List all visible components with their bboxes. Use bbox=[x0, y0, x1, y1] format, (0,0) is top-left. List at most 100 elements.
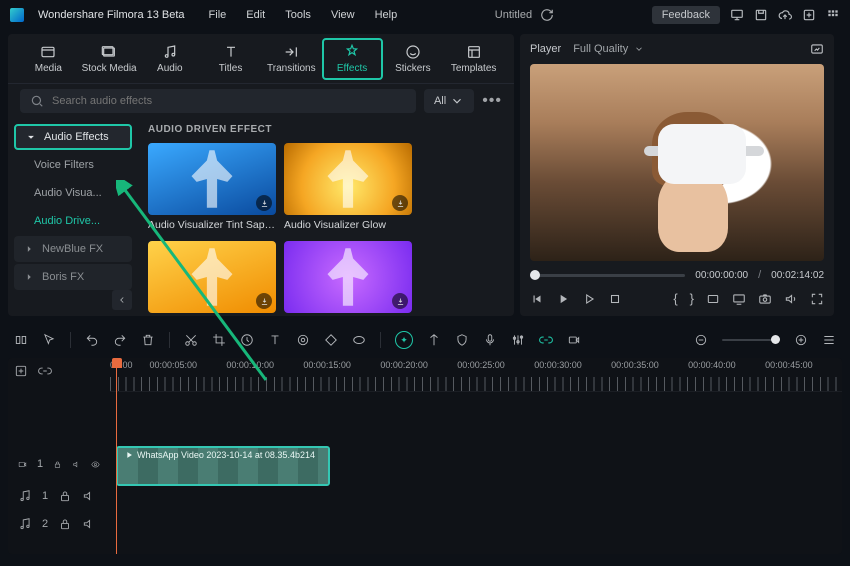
grid-icon[interactable] bbox=[826, 8, 840, 22]
time-ruler[interactable]: 00:00 00:00:05:0000:00:10:0000:00:15:00 … bbox=[110, 358, 842, 392]
menu-help[interactable]: Help bbox=[375, 9, 398, 21]
tracks-area[interactable]: 00:00 00:00:05:0000:00:10:0000:00:15:00 … bbox=[110, 358, 842, 554]
snapshot-icon[interactable] bbox=[810, 42, 824, 56]
play-outline-icon[interactable] bbox=[582, 292, 596, 306]
desktop-icon[interactable] bbox=[730, 8, 744, 22]
link-icon[interactable] bbox=[539, 333, 553, 347]
zoom-in-icon[interactable] bbox=[794, 333, 808, 347]
download-icon[interactable] bbox=[256, 293, 272, 309]
sidebar-group-boris[interactable]: Boris FX bbox=[14, 264, 132, 290]
prev-frame-icon[interactable] bbox=[530, 292, 544, 306]
cut-icon[interactable] bbox=[184, 333, 198, 347]
filter-all[interactable]: All bbox=[424, 89, 474, 113]
color-icon[interactable] bbox=[296, 333, 310, 347]
timeline: 1 1 2 00:00 00:00:05:0000:00:10:0000:00:… bbox=[8, 358, 842, 554]
sidebar-collapse-button[interactable] bbox=[112, 290, 132, 310]
eye-icon[interactable] bbox=[91, 457, 100, 471]
ai-icon[interactable]: ✦ bbox=[395, 331, 413, 349]
tab-templates[interactable]: Templates bbox=[443, 40, 504, 78]
sidebar-group-newblue[interactable]: NewBlue FX bbox=[14, 236, 132, 262]
effect-card-3[interactable] bbox=[148, 241, 276, 316]
more-dots-icon[interactable]: ••• bbox=[482, 92, 502, 110]
delete-icon[interactable] bbox=[141, 333, 155, 347]
zoom-knob[interactable] bbox=[771, 335, 780, 344]
mark-out-icon[interactable]: } bbox=[690, 291, 694, 306]
export-icon[interactable] bbox=[802, 8, 816, 22]
effect-card-4[interactable] bbox=[284, 241, 412, 316]
volume-icon[interactable] bbox=[784, 292, 798, 306]
mute-icon[interactable] bbox=[82, 517, 96, 531]
crop-icon[interactable] bbox=[212, 333, 226, 347]
tab-titles[interactable]: Titles bbox=[200, 40, 261, 78]
feedback-button[interactable]: Feedback bbox=[652, 6, 720, 24]
audio-track-icon bbox=[18, 517, 32, 531]
preview-quality[interactable]: Full Quality bbox=[573, 43, 644, 55]
preview-controls: { } bbox=[520, 285, 834, 316]
effect-card-sapphire[interactable]: Audio Visualizer Tint Sapphire bbox=[148, 143, 276, 231]
track-add-icon[interactable] bbox=[14, 364, 28, 378]
menu-view[interactable]: View bbox=[331, 9, 355, 21]
menu-edit[interactable]: Edit bbox=[246, 9, 265, 21]
download-icon[interactable] bbox=[392, 195, 408, 211]
mic-icon[interactable] bbox=[483, 333, 497, 347]
download-icon[interactable] bbox=[392, 293, 408, 309]
sidebar-item-audio-visualizer[interactable]: Audio Visua... bbox=[14, 180, 132, 206]
tab-effects[interactable]: Effects bbox=[322, 38, 383, 80]
fullscreen-icon[interactable] bbox=[810, 292, 824, 306]
zoom-slider[interactable] bbox=[722, 339, 780, 341]
preview-video[interactable] bbox=[530, 64, 824, 261]
tab-stickers[interactable]: Stickers bbox=[383, 40, 444, 78]
mute-icon[interactable] bbox=[72, 457, 81, 471]
sidebar-item-audio-driven[interactable]: Audio Drive... bbox=[14, 208, 132, 234]
mixer-icon[interactable] bbox=[511, 333, 525, 347]
play-icon[interactable] bbox=[556, 292, 570, 306]
lock-icon[interactable] bbox=[58, 517, 72, 531]
record-icon[interactable] bbox=[567, 333, 581, 347]
search-field[interactable] bbox=[20, 89, 416, 113]
tab-transitions[interactable]: Transitions bbox=[261, 40, 322, 78]
track-head-audio-1[interactable]: 1 bbox=[8, 482, 110, 510]
effect-label: Audio Visualizer Tint Sapphire bbox=[148, 219, 276, 231]
main-menu: File Edit Tools View Help bbox=[209, 9, 398, 21]
download-icon[interactable] bbox=[256, 195, 272, 211]
marker-icon[interactable] bbox=[427, 333, 441, 347]
menu-tools[interactable]: Tools bbox=[285, 9, 311, 21]
cloud-upload-icon[interactable] bbox=[778, 8, 792, 22]
cursor-icon[interactable] bbox=[42, 333, 56, 347]
track-head-audio-2[interactable]: 2 bbox=[8, 510, 110, 538]
display-icon[interactable] bbox=[732, 292, 746, 306]
undo-icon[interactable] bbox=[85, 333, 99, 347]
track-link-icon[interactable] bbox=[38, 364, 52, 378]
stop-icon[interactable] bbox=[608, 292, 622, 306]
mute-icon[interactable] bbox=[82, 489, 96, 503]
tab-media[interactable]: Media bbox=[18, 40, 79, 78]
mask-icon[interactable] bbox=[352, 333, 366, 347]
timeline-head-left bbox=[8, 358, 110, 392]
view-options-icon[interactable] bbox=[822, 333, 836, 347]
snap-icon[interactable] bbox=[14, 333, 28, 347]
speed-icon[interactable] bbox=[240, 333, 254, 347]
effect-card-glow[interactable]: Audio Visualizer Glow bbox=[284, 143, 412, 231]
zoom-out-icon[interactable] bbox=[694, 333, 708, 347]
track-head-video-1[interactable]: 1 bbox=[8, 446, 110, 482]
lock-icon[interactable] bbox=[53, 457, 62, 471]
text-icon[interactable] bbox=[268, 333, 282, 347]
shield-icon[interactable] bbox=[455, 333, 469, 347]
tab-stock-media[interactable]: Stock Media bbox=[79, 40, 140, 78]
lock-icon[interactable] bbox=[58, 489, 72, 503]
playhead[interactable] bbox=[116, 358, 117, 554]
save-icon[interactable] bbox=[754, 8, 768, 22]
scrub-track[interactable] bbox=[530, 274, 685, 277]
scrub-knob[interactable] bbox=[530, 270, 540, 280]
keyframe-icon[interactable] bbox=[324, 333, 338, 347]
mark-in-icon[interactable]: { bbox=[673, 291, 677, 306]
sidebar-item-voice-filters[interactable]: Voice Filters bbox=[14, 152, 132, 178]
timeline-clip[interactable]: WhatsApp Video 2023-10-14 at 08.35.4b214 bbox=[116, 446, 330, 486]
aspect-icon[interactable] bbox=[706, 292, 720, 306]
sidebar-group-audio-effects[interactable]: Audio Effects bbox=[14, 124, 132, 150]
menu-file[interactable]: File bbox=[209, 9, 227, 21]
camera-icon[interactable] bbox=[758, 292, 772, 306]
tab-audio[interactable]: Audio bbox=[139, 40, 200, 78]
search-input[interactable] bbox=[52, 95, 406, 107]
redo-icon[interactable] bbox=[113, 333, 127, 347]
